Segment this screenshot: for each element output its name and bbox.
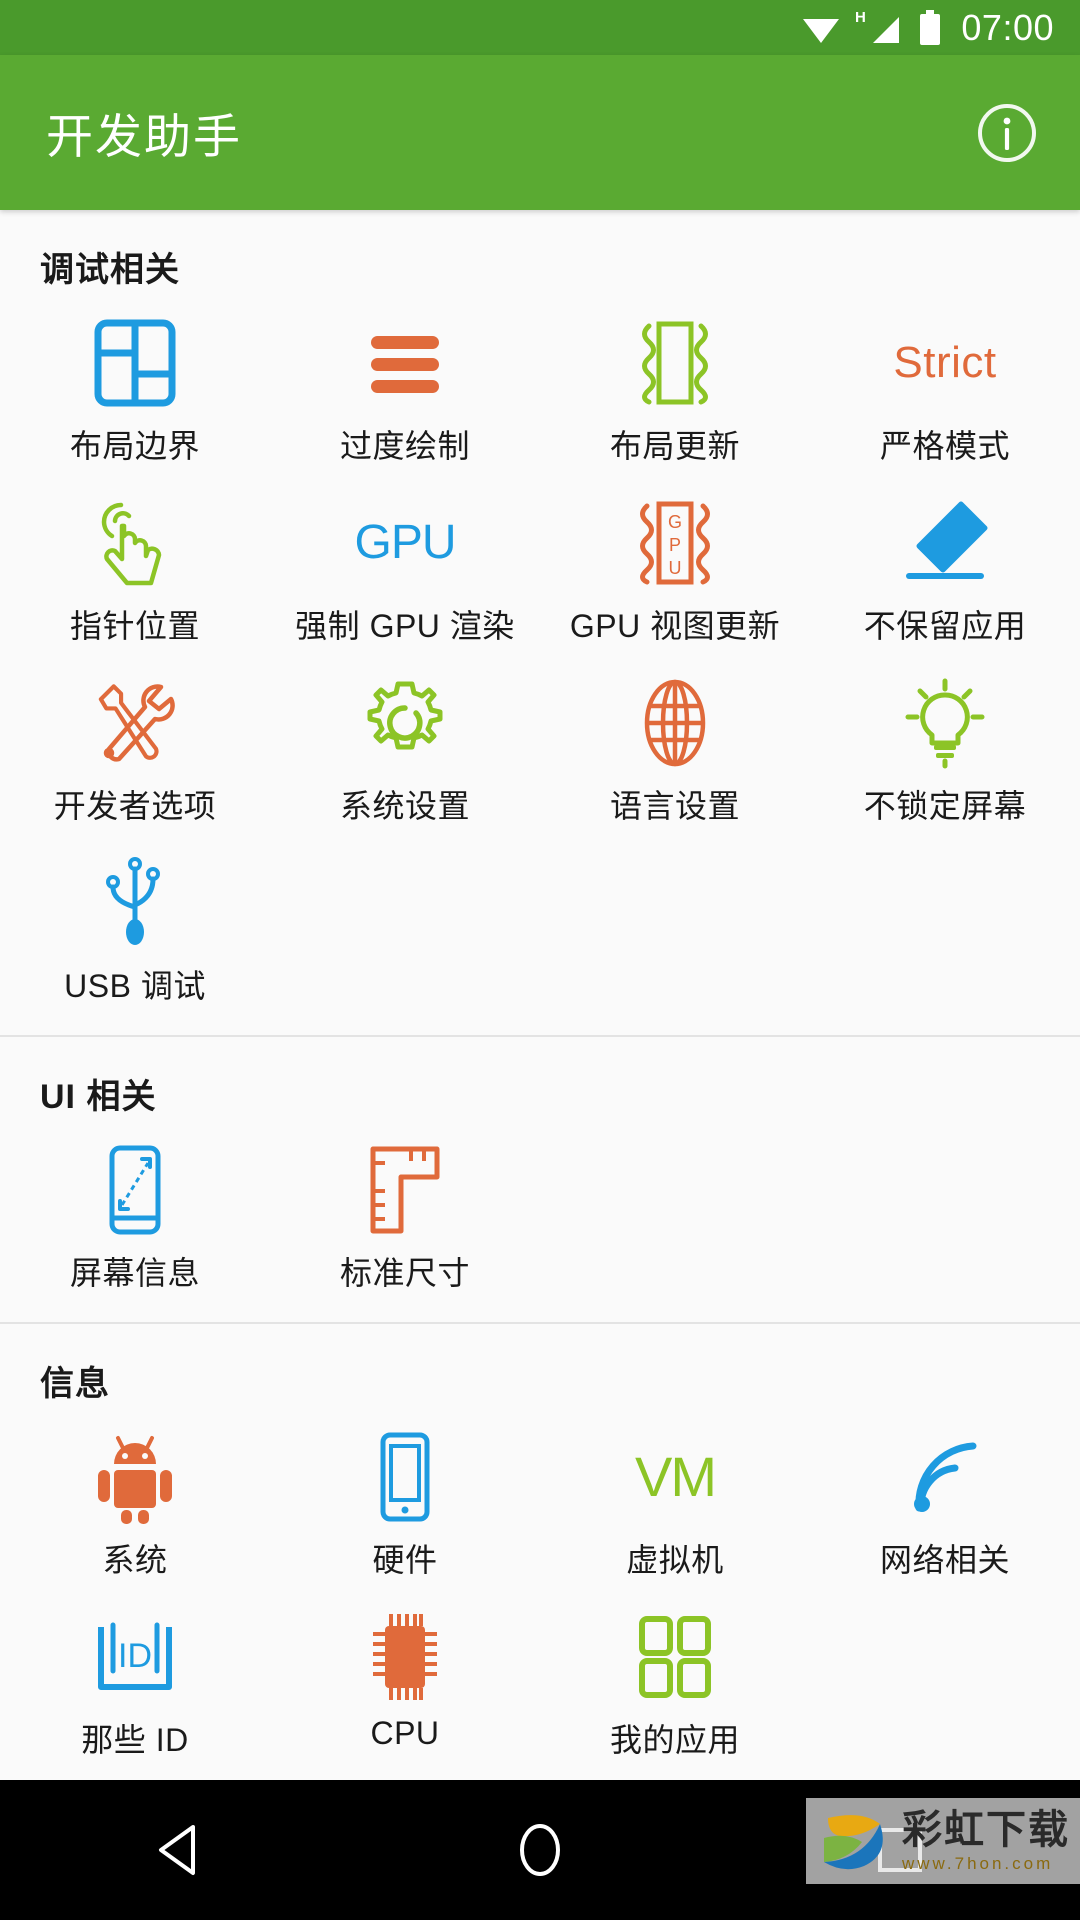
grid-item-usb-debug[interactable]: USB 调试 <box>0 841 270 1021</box>
section-debug: 调试相关 布局边界 过度绘制 布局更新 Strict 严格模式 指针位置 GPU… <box>0 210 1080 1035</box>
home-circle-icon[interactable] <box>480 1800 600 1900</box>
grid-item-language-settings[interactable]: 语言设置 <box>540 661 810 841</box>
apps-grid-icon <box>634 1609 716 1705</box>
grid-item-gpu-view-update[interactable]: G P U GPU 视图更新 <box>540 481 810 661</box>
id-badge-text: ID <box>118 1637 152 1675</box>
section-title-debug: 调试相关 <box>40 251 180 289</box>
grid-item-label: 不锁定屏幕 <box>863 788 1027 824</box>
content-scroll[interactable]: 调试相关 布局边界 过度绘制 布局更新 Strict 严格模式 指针位置 GPU… <box>0 210 1080 1780</box>
gpu-text-icon: GPU <box>354 516 456 569</box>
grid-item-label: 那些 ID <box>81 1722 189 1758</box>
grid-item-label: GPU 视图更新 <box>569 608 781 644</box>
back-triangle-icon[interactable] <box>120 1800 240 1900</box>
grid-item-label: 指针位置 <box>69 608 200 644</box>
grid-item-label: 语言设置 <box>609 788 740 824</box>
status-bar: H 07:00 <box>0 0 1080 55</box>
pointer-touch-icon <box>91 495 179 591</box>
grid-item-those-ids[interactable]: ID 那些 ID <box>0 1595 270 1775</box>
grid-item-layout-update[interactable]: 布局更新 <box>540 301 810 481</box>
globe-icon <box>633 675 717 771</box>
signal-h-icon: H <box>853 9 905 47</box>
grid-item-developer-options[interactable]: 开发者选项 <box>0 661 270 841</box>
grid-item-pointer-location[interactable]: 指针位置 <box>0 481 270 661</box>
grid-item-label: 不保留应用 <box>863 608 1027 644</box>
grid-item-system[interactable]: 系统 <box>0 1415 270 1595</box>
lightbulb-icon <box>900 675 990 771</box>
id-badge-icon: ID <box>91 1609 179 1705</box>
info-icon[interactable] <box>976 102 1038 164</box>
grid-item-label: 我的应用 <box>609 1722 740 1758</box>
section-info: 信息 系统 硬件 VM 虚拟机 网络相关 ID 那些 ID CPU 我的应用 <box>0 1322 1080 1780</box>
grid-item-label: 虚拟机 <box>626 1542 724 1578</box>
grid-item-keep-screen-on[interactable]: 不锁定屏幕 <box>810 661 1080 841</box>
grid-item-label: 强制 GPU 渲染 <box>295 608 515 644</box>
grid-item-label: 布局更新 <box>609 428 740 464</box>
grid-item-standard-size[interactable]: 标准尺寸 <box>270 1128 540 1308</box>
grid-item-system-settings[interactable]: 系统设置 <box>270 661 540 841</box>
grid-info: 系统 硬件 VM 虚拟机 网络相关 ID 那些 ID CPU 我的应用 <box>0 1415 1080 1780</box>
cpu-chip-icon <box>365 1609 445 1705</box>
grid-item-screen-info[interactable]: 屏幕信息 <box>0 1128 270 1308</box>
grid-debug: 布局边界 过度绘制 布局更新 Strict 严格模式 指针位置 GPU 强制 G… <box>0 301 1080 1035</box>
watermark: 彩虹下载 www.7hon.com <box>806 1798 1080 1884</box>
grid-item-label: CPU <box>370 1715 440 1751</box>
watermark-texts: 彩虹下载 www.7hon.com <box>902 1810 1070 1872</box>
wifi-signal-icon <box>901 1429 989 1525</box>
app-bar: 开发助手 <box>0 55 1080 210</box>
grid-item-label: 硬件 <box>372 1542 438 1578</box>
android-icon <box>92 1429 178 1525</box>
layout-bounds-icon <box>93 315 177 411</box>
svg-text:P: P <box>669 535 681 555</box>
gpu-view-update-icon: G P U <box>631 495 719 591</box>
watermark-logo-icon <box>824 1815 883 1870</box>
grid-item-dont-keep-activities[interactable]: 不保留应用 <box>810 481 1080 661</box>
grid-item-my-apps[interactable]: 我的应用 <box>540 1595 810 1775</box>
grid-item-strict-mode[interactable]: Strict 严格模式 <box>810 301 1080 481</box>
page-title: 开发助手 <box>46 110 242 163</box>
grid-item-label: 开发者选项 <box>53 788 217 824</box>
section-ui: UI 相关 屏幕信息 标准尺寸 <box>0 1035 1080 1322</box>
svg-text:G: G <box>668 512 682 532</box>
grid-item-layout-bounds[interactable]: 布局边界 <box>0 301 270 481</box>
watermark-title: 彩虹下载 <box>902 1808 1070 1852</box>
grid-item-network[interactable]: 网络相关 <box>810 1415 1080 1595</box>
ruler-icon <box>363 1142 447 1238</box>
grid-item-label: 标准尺寸 <box>339 1255 470 1291</box>
watermark-url: www.7hon.com <box>902 1854 1054 1873</box>
phone-icon <box>370 1429 440 1525</box>
grid-ui: 屏幕信息 标准尺寸 <box>0 1128 1080 1322</box>
gear-icon <box>360 675 450 771</box>
section-title-ui: UI 相关 <box>40 1078 157 1116</box>
strict-text-icon: Strict <box>893 338 997 387</box>
usb-icon <box>97 855 173 951</box>
grid-item-label: 系统设置 <box>339 788 470 824</box>
vm-text-icon: VM <box>635 1445 717 1508</box>
grid-item-force-gpu[interactable]: GPU 强制 GPU 渲染 <box>270 481 540 661</box>
overdraw-bars-icon <box>363 315 447 411</box>
layout-update-icon <box>633 315 717 411</box>
section-title-info: 信息 <box>40 1365 110 1403</box>
grid-item-label: 布局边界 <box>69 428 200 464</box>
screen-info-icon <box>100 1142 170 1238</box>
battery-full-icon <box>917 9 943 47</box>
grid-item-overdraw[interactable]: 过度绘制 <box>270 301 540 481</box>
grid-item-label: 过度绘制 <box>339 428 470 464</box>
grid-item-cpu[interactable]: CPU <box>270 1595 540 1775</box>
status-bar-clock: 07:00 <box>961 6 1054 48</box>
grid-item-label: USB 调试 <box>64 968 206 1004</box>
grid-item-hardware[interactable]: 硬件 <box>270 1415 540 1595</box>
system-nav-bar: 彩虹下载 www.7hon.com <box>0 1780 1080 1920</box>
eraser-icon <box>899 495 991 591</box>
grid-item-virtual-machine[interactable]: VM 虚拟机 <box>540 1415 810 1595</box>
svg-text:U: U <box>669 558 682 578</box>
wifi-icon <box>801 11 841 45</box>
grid-item-label: 网络相关 <box>879 1542 1010 1578</box>
grid-item-label: 系统 <box>102 1542 168 1578</box>
grid-item-label: 屏幕信息 <box>69 1255 200 1291</box>
grid-item-label: 严格模式 <box>879 428 1010 464</box>
phone-screen: H 07:00 开发助手 调试相关 布局边界 过度绘制 布局更新 Strict … <box>0 0 1080 1920</box>
signal-h-label: H <box>855 9 866 26</box>
tools-icon <box>91 675 179 771</box>
